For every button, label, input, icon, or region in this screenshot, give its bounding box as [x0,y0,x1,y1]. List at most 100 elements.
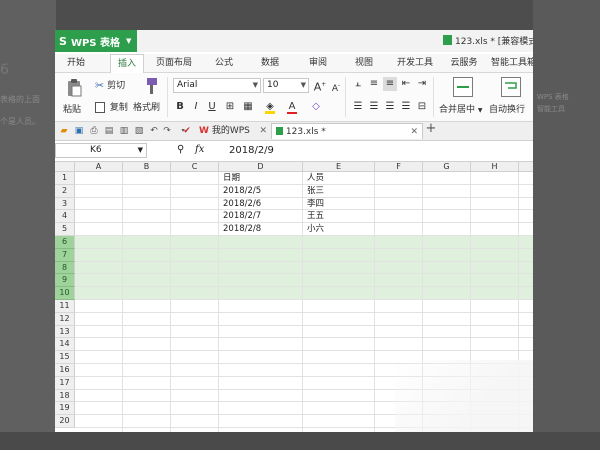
row-header[interactable]: 19 [55,402,75,416]
name-box[interactable]: K6 ▼ [55,143,147,158]
close-icon[interactable]: ✕ [410,124,418,140]
justify-icon[interactable]: ☰ [399,100,413,114]
app-menu-button[interactable]: S WPS 表格 ▼ [55,30,137,52]
spell-check-icon[interactable]: ▧ [133,125,145,137]
tab-home[interactable]: 开始 [59,54,93,72]
open-folder-icon[interactable]: ▰ [58,125,70,137]
insert-function-button[interactable]: fx [195,144,204,155]
pin-icon[interactable]: ✔ [181,125,193,137]
bold-button[interactable]: B [173,100,187,114]
tab-formulas[interactable]: 公式 [207,54,241,72]
tab-insert[interactable]: 插入 [110,54,144,73]
row-header[interactable]: 7 [55,248,75,262]
tab-current-file[interactable]: 123.xls * ✕ [271,123,423,139]
underline-button[interactable]: U [205,100,219,114]
tab-my-wps[interactable]: W 我的WPS ✕ [195,123,271,139]
table-row[interactable] [75,248,533,262]
cell-D5[interactable]: 2018/2/8 [221,223,261,236]
tab-developer[interactable]: 开发工具 [391,54,439,72]
save-icon[interactable]: ▣ [73,125,85,137]
font-size-select[interactable]: 10 ▼ [263,78,309,93]
cell-style-icon[interactable]: ▦ [241,100,255,114]
borders-icon[interactable]: ⊞ [223,100,237,114]
cell-E2[interactable]: 张三 [305,185,324,198]
table-row[interactable] [75,185,533,198]
redo-icon[interactable]: ↷ [161,125,173,137]
clear-format-icon[interactable]: ◇ [309,100,323,114]
column-header-A[interactable]: A [75,162,123,172]
merge-center-icon[interactable] [453,77,473,97]
print-preview-icon[interactable]: ▥ [118,125,130,137]
paste-button[interactable]: 粘贴 [63,102,81,115]
row-header[interactable]: 18 [55,389,75,403]
row-header[interactable]: 13 [55,325,75,339]
cell-E3[interactable]: 李四 [305,198,324,211]
row-header[interactable]: 8 [55,261,75,275]
table-row[interactable] [75,198,533,211]
wrap-text-button[interactable]: 自动换行 [489,102,525,115]
column-header-D[interactable]: D [219,162,303,172]
row-header[interactable]: 11 [55,300,75,313]
row-header[interactable]: 4 [55,210,75,224]
table-row[interactable] [75,338,533,352]
row-header[interactable]: 2 [55,184,75,198]
table-row[interactable] [75,300,533,313]
align-left-icon[interactable]: ☰ [351,100,365,114]
distribute-icon[interactable]: ⊟ [415,100,429,114]
row-header[interactable]: 20 [55,415,75,428]
column-header-E[interactable]: E [303,162,375,172]
column-header-G[interactable]: G [423,162,471,172]
table-row[interactable] [75,210,533,224]
tab-data[interactable]: 数据 [253,54,287,72]
tab-cloud-service[interactable]: 云服务 [445,54,483,72]
undo-icon[interactable]: ↶ [148,125,160,137]
row-header[interactable]: 15 [55,351,75,364]
fill-color-icon[interactable]: ◈ [263,100,277,114]
cut-button[interactable]: ✂ 剪切 [95,78,125,92]
increase-font-icon[interactable]: A+ [313,78,327,94]
spreadsheet-grid[interactable]: A B C D E F G H 1 2 3 4 5 6 7 8 9 10 11 12 13 14 15 16 1… [55,162,533,432]
tab-review[interactable]: 审阅 [301,54,335,72]
formula-input[interactable]: 2018/2/9 [229,145,274,156]
row-header[interactable]: 9 [55,274,75,288]
decrease-font-icon[interactable]: A- [329,79,343,94]
font-color-icon[interactable]: A [285,100,299,114]
tab-page-layout[interactable]: 页面布局 [151,54,197,72]
row-header[interactable]: 16 [55,364,75,377]
tab-smart-toolbox[interactable]: 智能工具箱 [491,54,533,72]
cell-D3[interactable]: 2018/2/6 [221,198,261,211]
row-header[interactable]: 10 [55,287,75,300]
cell-D2[interactable]: 2018/2/5 [221,185,261,198]
table-row[interactable] [75,326,533,339]
align-top-icon[interactable]: ⫠ [351,77,365,91]
column-header-B[interactable]: B [123,162,171,172]
font-name-select[interactable]: Arial ▼ [173,78,261,93]
align-center-icon[interactable]: ☰ [367,100,381,114]
format-painter-icon[interactable] [141,77,159,95]
row-header[interactable]: 17 [55,376,75,390]
align-middle-icon[interactable]: ≡ [367,77,381,91]
row-header[interactable]: 6 [55,236,75,249]
select-all-corner[interactable] [55,162,75,172]
table-row[interactable] [75,274,533,288]
indent-icon[interactable]: ⇥ [415,77,429,91]
export-pdf-icon[interactable]: ▤ [103,125,115,137]
column-header-F[interactable]: F [375,162,423,172]
cell-D4[interactable]: 2018/2/7 [221,210,261,223]
outdent-icon[interactable]: ⇤ [399,77,413,91]
new-tab-button[interactable]: + [425,122,437,135]
merge-center-button[interactable]: 合并居中 ▼ [439,102,483,115]
cell-E4[interactable]: 王五 [305,210,324,223]
column-header-partial[interactable] [519,162,533,172]
wrap-text-icon[interactable] [501,77,521,97]
row-header[interactable]: 1 [55,172,75,185]
table-row[interactable] [75,261,533,275]
table-row[interactable] [75,313,533,326]
cell-E1[interactable]: 人员 [305,172,324,185]
column-header-H[interactable]: H [471,162,519,172]
close-icon[interactable]: ✕ [259,123,267,139]
table-row[interactable] [75,172,533,185]
cell-D1[interactable]: 日期 [221,172,240,185]
align-right-icon[interactable]: ☰ [383,100,397,114]
row-header[interactable]: 14 [55,338,75,352]
